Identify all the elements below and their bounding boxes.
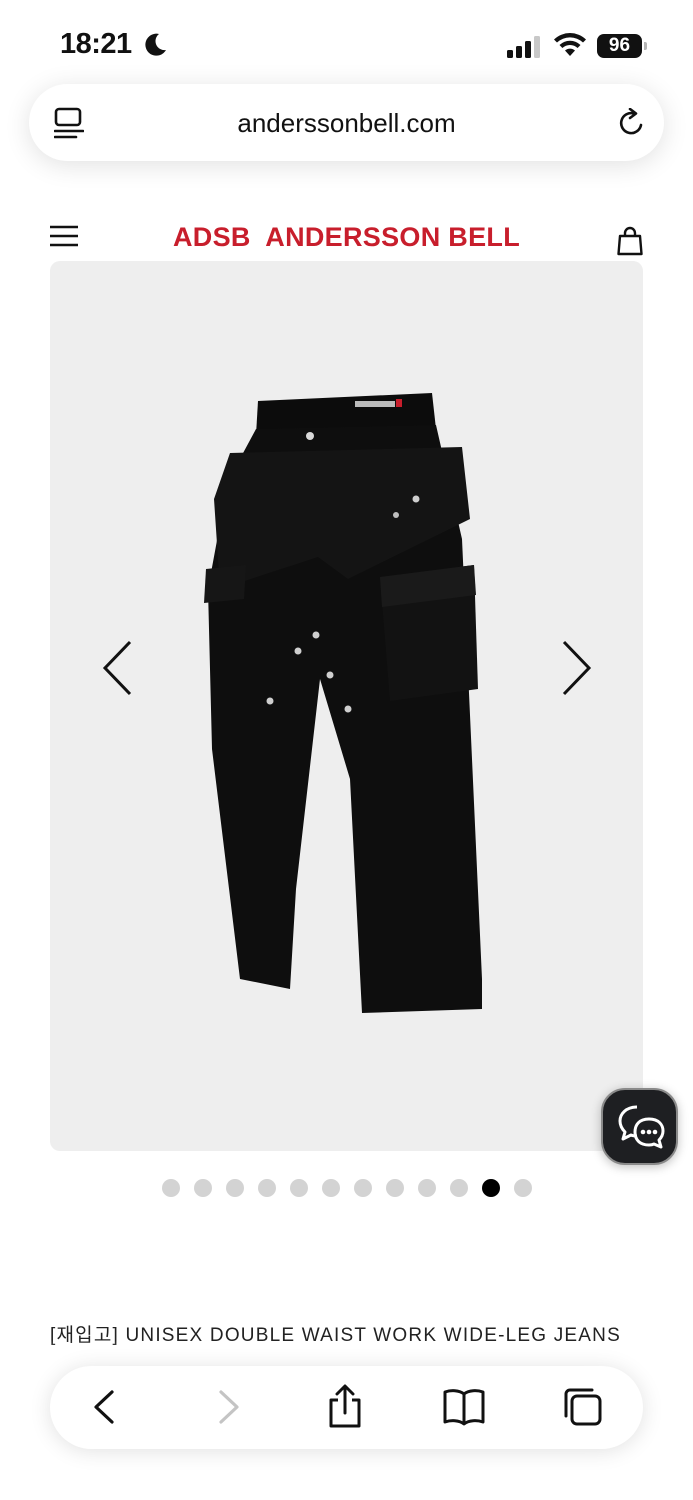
moon-icon (145, 33, 166, 56)
chevron-left-icon[interactable] (100, 638, 136, 698)
share-icon (329, 1384, 361, 1428)
address-bar[interactable]: anderssonbell.com (29, 84, 664, 161)
share-button[interactable] (322, 1384, 368, 1430)
tabs-button[interactable] (560, 1384, 606, 1430)
carousel-dot[interactable] (194, 1179, 212, 1197)
carousel-dot[interactable] (226, 1179, 244, 1197)
signal-icon (507, 36, 540, 58)
carousel-dot[interactable] (322, 1179, 340, 1197)
carousel-dot[interactable] (418, 1179, 436, 1197)
chat-button[interactable] (601, 1088, 678, 1165)
forward-button[interactable] (205, 1384, 251, 1430)
wifi-icon (554, 33, 586, 56)
status-time: 18:21 (60, 28, 132, 60)
forward-icon (219, 1390, 239, 1424)
tabs-icon (564, 1388, 602, 1426)
browser-toolbar (50, 1366, 643, 1449)
back-icon (94, 1390, 114, 1424)
bookmarks-icon (443, 1389, 485, 1426)
chevron-right-icon[interactable] (558, 638, 594, 698)
carousel-dot[interactable] (514, 1179, 532, 1197)
product-image[interactable] (50, 261, 643, 1151)
product-photo-jeans (204, 393, 482, 1013)
carousel-dot[interactable] (386, 1179, 404, 1197)
url-text[interactable]: anderssonbell.com (29, 108, 664, 139)
carousel-dot[interactable] (258, 1179, 276, 1197)
carousel-dot[interactable] (290, 1179, 308, 1197)
bookmarks-button[interactable] (441, 1384, 487, 1430)
battery-icon: 96 (597, 34, 649, 58)
carousel-dot[interactable] (482, 1179, 500, 1197)
carousel-pager (162, 1179, 532, 1197)
back-button[interactable] (82, 1384, 128, 1430)
carousel-dot[interactable] (450, 1179, 468, 1197)
shopping-bag-icon[interactable] (617, 226, 643, 256)
brand-logo[interactable]: ADSB ANDERSSON BELL (0, 222, 693, 253)
carousel-dot[interactable] (354, 1179, 372, 1197)
carousel-dot[interactable] (162, 1179, 180, 1197)
chat-bubbles-icon (618, 1105, 665, 1149)
battery-level: 96 (597, 34, 642, 58)
status-bar: 18:21 96 (0, 0, 693, 80)
reload-icon[interactable] (617, 108, 647, 138)
